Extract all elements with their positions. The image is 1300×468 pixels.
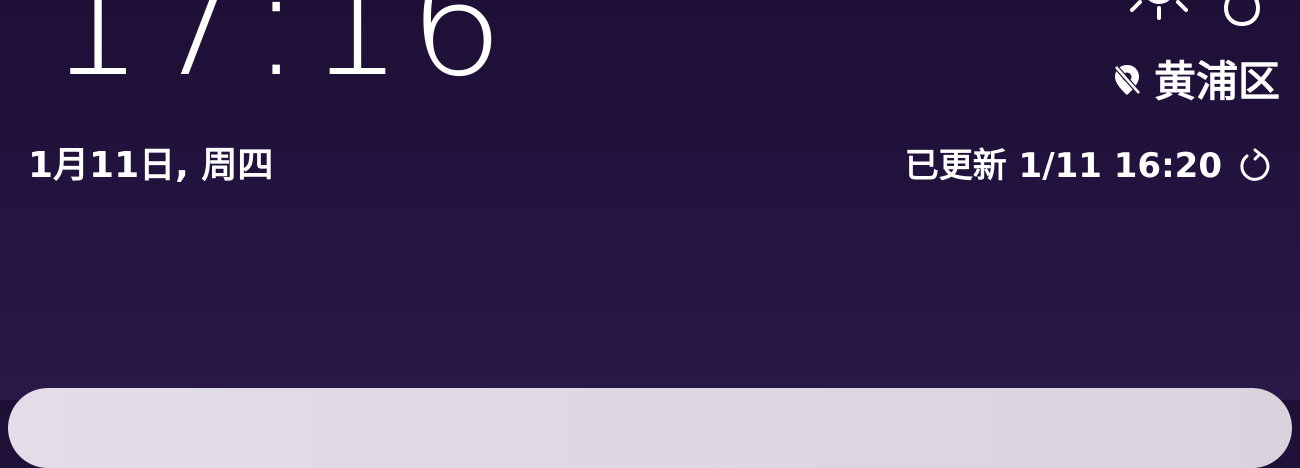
sun-icon [1126,0,1192,30]
date-label: 1月11日, 周四 [28,145,274,186]
location-off-icon [1112,63,1142,101]
refresh-icon [1240,148,1270,181]
updated-time-label: 已更新 1/11 16:20 [904,146,1222,186]
location-label: 黄浦区 [1153,57,1280,106]
weather-update-status: 已更新 1/11 16:20 [905,143,1274,189]
refresh-button[interactable] [1236,147,1274,185]
location-button[interactable]: 黄浦区 [1112,55,1280,109]
raindrop-icon [1222,0,1262,30]
bottom-card [8,388,1292,468]
weather-icon-group[interactable] [1126,0,1262,30]
clock-time[interactable]: 17:16 [48,0,510,98]
